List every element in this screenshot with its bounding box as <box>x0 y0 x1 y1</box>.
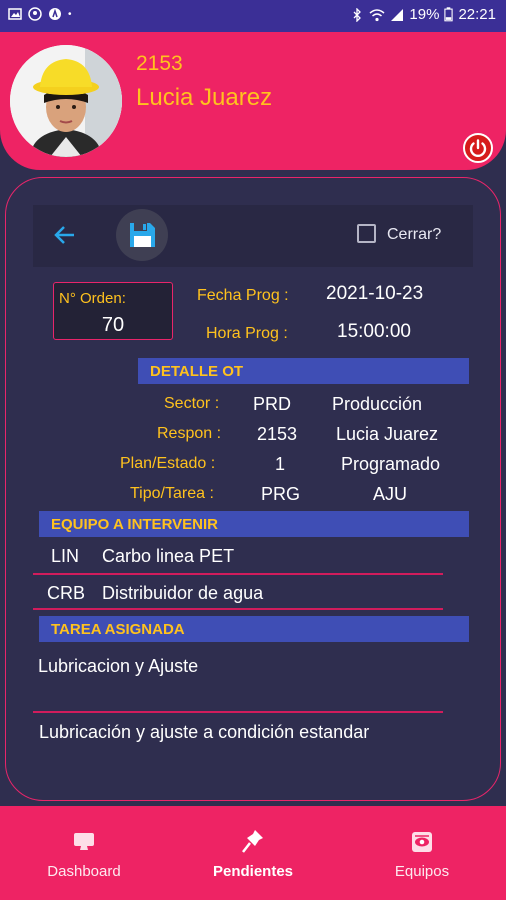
detalle-label-sector: Sector : <box>164 395 220 412</box>
clock: 22:21 <box>458 6 496 23</box>
divider <box>33 711 443 713</box>
detalle-desc-respon: Lucia Juarez <box>336 424 439 444</box>
user-name: Lucia Juarez <box>136 84 273 111</box>
wifi-icon <box>369 8 385 21</box>
detalle-desc-plan: Programado <box>341 454 441 474</box>
order-card <box>5 177 501 801</box>
close-order-label[interactable]: Cerrar? <box>387 226 441 244</box>
pin-icon <box>242 830 263 853</box>
profile-header: 2153 Lucia Juarez <box>0 32 506 170</box>
divider <box>33 573 443 575</box>
battery-icon <box>444 7 454 22</box>
tarea-name: Lubricacion y Ajuste <box>38 656 199 676</box>
detalle-label-plan: Plan/Estado : <box>120 455 216 472</box>
user-id: 2153 <box>136 52 183 75</box>
nav-pendientes-label: Pendientes <box>212 863 294 880</box>
avatar[interactable] <box>10 45 122 157</box>
detalle-desc-tipo: AJU <box>373 484 408 504</box>
avatar-image <box>10 45 122 157</box>
nav-pendientes[interactable]: Pendientes <box>169 806 337 900</box>
signal-icon <box>391 8 404 21</box>
nav-equipos[interactable]: Equipos <box>338 806 506 900</box>
detalle-code-respon: 2153 <box>257 424 298 444</box>
power-icon <box>469 139 487 158</box>
order-number-value: 70 <box>101 314 125 336</box>
fecha-prog-value: 2021-10-23 <box>326 283 424 304</box>
close-order-checkbox[interactable] <box>357 224 376 243</box>
detalle-ot-header: DETALLE OT <box>138 358 469 384</box>
detalle-label-respon: Respon : <box>157 425 222 442</box>
status-bar: • 19% 22:21 <box>0 0 506 32</box>
tarea-header: TAREA ASIGNADA <box>39 616 469 642</box>
app-icon <box>49 8 61 20</box>
detalle-desc-sector: Producción <box>332 394 423 414</box>
nav-dashboard-label: Dashboard <box>47 863 121 880</box>
equipo-header: EQUIPO A INTERVENIR <box>39 511 469 537</box>
nav-equipos-label: Equipos <box>394 863 450 880</box>
detalle-code-plan: 1 <box>275 454 286 474</box>
detalle-label-tipo: Tipo/Tarea : <box>130 485 214 502</box>
logout-button[interactable] <box>463 133 493 163</box>
equipo-name[interactable]: Distribuidor de agua <box>102 583 263 604</box>
battery-percent: 19% <box>409 6 440 23</box>
nav-dashboard[interactable]: Dashboard <box>0 806 168 900</box>
hora-prog-value: 15:00:00 <box>337 321 411 342</box>
fecha-prog-label: Fecha Prog : <box>197 287 289 304</box>
equipment-icon <box>412 832 432 852</box>
equipo-name[interactable]: Carbo linea PET <box>102 546 234 567</box>
equipo-code: LIN <box>51 546 80 566</box>
bluetooth-icon <box>353 7 362 22</box>
equipo-code: CRB <box>47 583 86 603</box>
divider <box>33 608 443 610</box>
bottom-navigation: Dashboard Pendientes Equipos <box>0 806 506 900</box>
gallery-icon <box>8 8 22 20</box>
detalle-code-tipo: PRG <box>261 484 301 504</box>
back-arrow-icon[interactable] <box>52 222 78 248</box>
notification-icon <box>28 7 42 21</box>
hora-prog-label: Hora Prog : <box>206 325 288 342</box>
save-button[interactable] <box>116 209 168 261</box>
tarea-description: Lubricación y ajuste a condición estanda… <box>39 722 370 742</box>
dot-icon: • <box>68 8 72 20</box>
floppy-disk-icon <box>130 223 155 247</box>
dashboard-icon <box>74 833 94 850</box>
order-number-label: N° Orden: <box>59 290 126 307</box>
detalle-code-sector: PRD <box>253 394 292 414</box>
